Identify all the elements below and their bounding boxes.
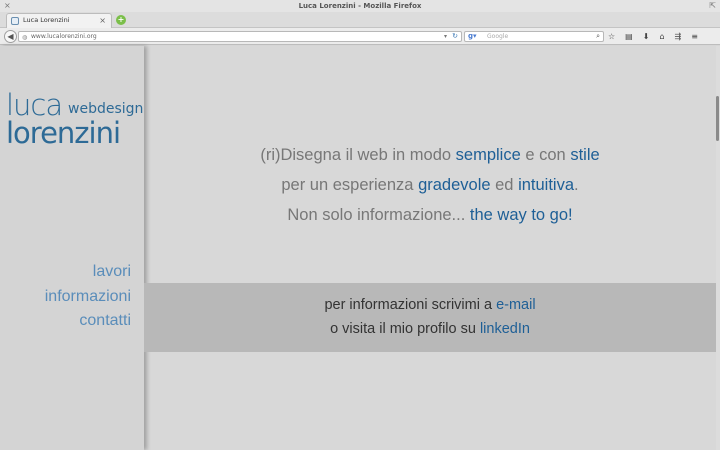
search-bar[interactable]: g▾ Google ⌕ bbox=[464, 31, 604, 42]
menu-icon[interactable]: ≡ bbox=[691, 30, 698, 43]
menu-item-lavori[interactable]: lavori bbox=[45, 260, 131, 285]
hero-line-1: (ri)Disegna il web in modo semplice e co… bbox=[144, 140, 716, 170]
share-icon[interactable]: ⇶ bbox=[675, 30, 682, 43]
search-placeholder: Google bbox=[487, 33, 509, 40]
hero-text: ed bbox=[490, 176, 519, 194]
linkedin-link[interactable]: linkedIn bbox=[480, 321, 530, 337]
contact-line-email: per informazioni scrivimi a e-mail bbox=[144, 293, 716, 317]
close-icon[interactable]: × bbox=[4, 0, 11, 12]
sidebar: luca webdesign lorenzini lavori informaz… bbox=[0, 46, 144, 450]
navigation-toolbar: ◀ ◍ www.lucalorenzini.org ▾ ↻ g▾ Google … bbox=[0, 28, 720, 45]
scrollbar-thumb[interactable] bbox=[716, 96, 719, 141]
favicon-icon bbox=[11, 17, 19, 25]
google-engine-icon[interactable]: g▾ bbox=[468, 32, 477, 41]
hero-tagline: (ri)Disegna il web in modo semplice e co… bbox=[144, 140, 716, 230]
tab-strip: Luca Lorenzini × + bbox=[0, 12, 720, 28]
hero-text: e con bbox=[520, 146, 571, 164]
toolbar-icons: ☆ ▤ ⬇ ⌂ ⇶ ≡ bbox=[608, 30, 698, 43]
search-icon[interactable]: ⌕ bbox=[596, 32, 600, 41]
home-icon[interactable]: ⌂ bbox=[659, 30, 664, 43]
maximize-icon[interactable]: ⇱ bbox=[709, 0, 716, 12]
hero-highlight: intuitiva bbox=[518, 176, 575, 194]
logo-lorenzini: lorenzini bbox=[6, 116, 121, 150]
bookmark-star-icon[interactable]: ☆ bbox=[608, 30, 615, 43]
hero-text: Non solo informazione... bbox=[287, 206, 470, 224]
menu-item-contatti[interactable]: contatti bbox=[45, 309, 131, 334]
contact-text: per informazioni scrivimi a bbox=[324, 297, 497, 313]
tab-label: Luca Lorenzini bbox=[23, 16, 70, 24]
page-scrollbar[interactable] bbox=[716, 46, 720, 450]
url-bar[interactable]: ◍ www.lucalorenzini.org ▾ ↻ bbox=[18, 31, 462, 42]
hero-highlight: stile bbox=[570, 146, 600, 164]
contact-text: o visita il mio profilo su bbox=[330, 321, 480, 337]
menu-item-informazioni[interactable]: informazioni bbox=[45, 285, 131, 310]
hero-line-2: per un esperienza gradevole ed intuitiva… bbox=[144, 170, 716, 200]
history-dropdown-icon[interactable]: ▾ bbox=[444, 32, 447, 41]
hero-highlight: semplice bbox=[455, 146, 521, 164]
hero-highlight: the way to go! bbox=[469, 206, 573, 224]
window-title: Luca Lorenzini - Mozilla Firefox bbox=[298, 2, 422, 10]
tab-luca-lorenzini[interactable]: Luca Lorenzini × bbox=[6, 13, 112, 28]
url-text: www.lucalorenzini.org bbox=[31, 33, 97, 40]
window-titlebar: × Luca Lorenzini - Mozilla Firefox ⇱ bbox=[0, 0, 720, 12]
web-page: luca webdesign lorenzini lavori informaz… bbox=[0, 46, 716, 450]
reload-icon[interactable]: ↻ bbox=[452, 32, 458, 41]
hero-line-3: Non solo informazione... the way to go! bbox=[144, 200, 716, 230]
new-tab-button[interactable]: + bbox=[116, 15, 126, 25]
back-button[interactable]: ◀ bbox=[4, 30, 17, 43]
logo-webdesign: webdesign bbox=[68, 101, 144, 117]
site-menu: lavori informazioni contatti bbox=[45, 260, 131, 334]
hero-text: per un esperienza bbox=[281, 176, 419, 194]
contact-band: per informazioni scrivimi a e-mail o vis… bbox=[144, 283, 716, 352]
contact-line-linkedin: o visita il mio profilo su linkedIn bbox=[144, 317, 716, 341]
downloads-icon[interactable]: ⬇ bbox=[643, 30, 650, 43]
close-tab-icon[interactable]: × bbox=[99, 14, 106, 27]
bookmarks-list-icon[interactable]: ▤ bbox=[625, 30, 633, 43]
globe-icon: ◍ bbox=[22, 34, 28, 41]
hero-text: (ri)Disegna il web in modo bbox=[260, 146, 456, 164]
hero-highlight: gradevole bbox=[418, 176, 491, 194]
email-link[interactable]: e-mail bbox=[496, 297, 535, 313]
hero-text: . bbox=[574, 176, 579, 194]
